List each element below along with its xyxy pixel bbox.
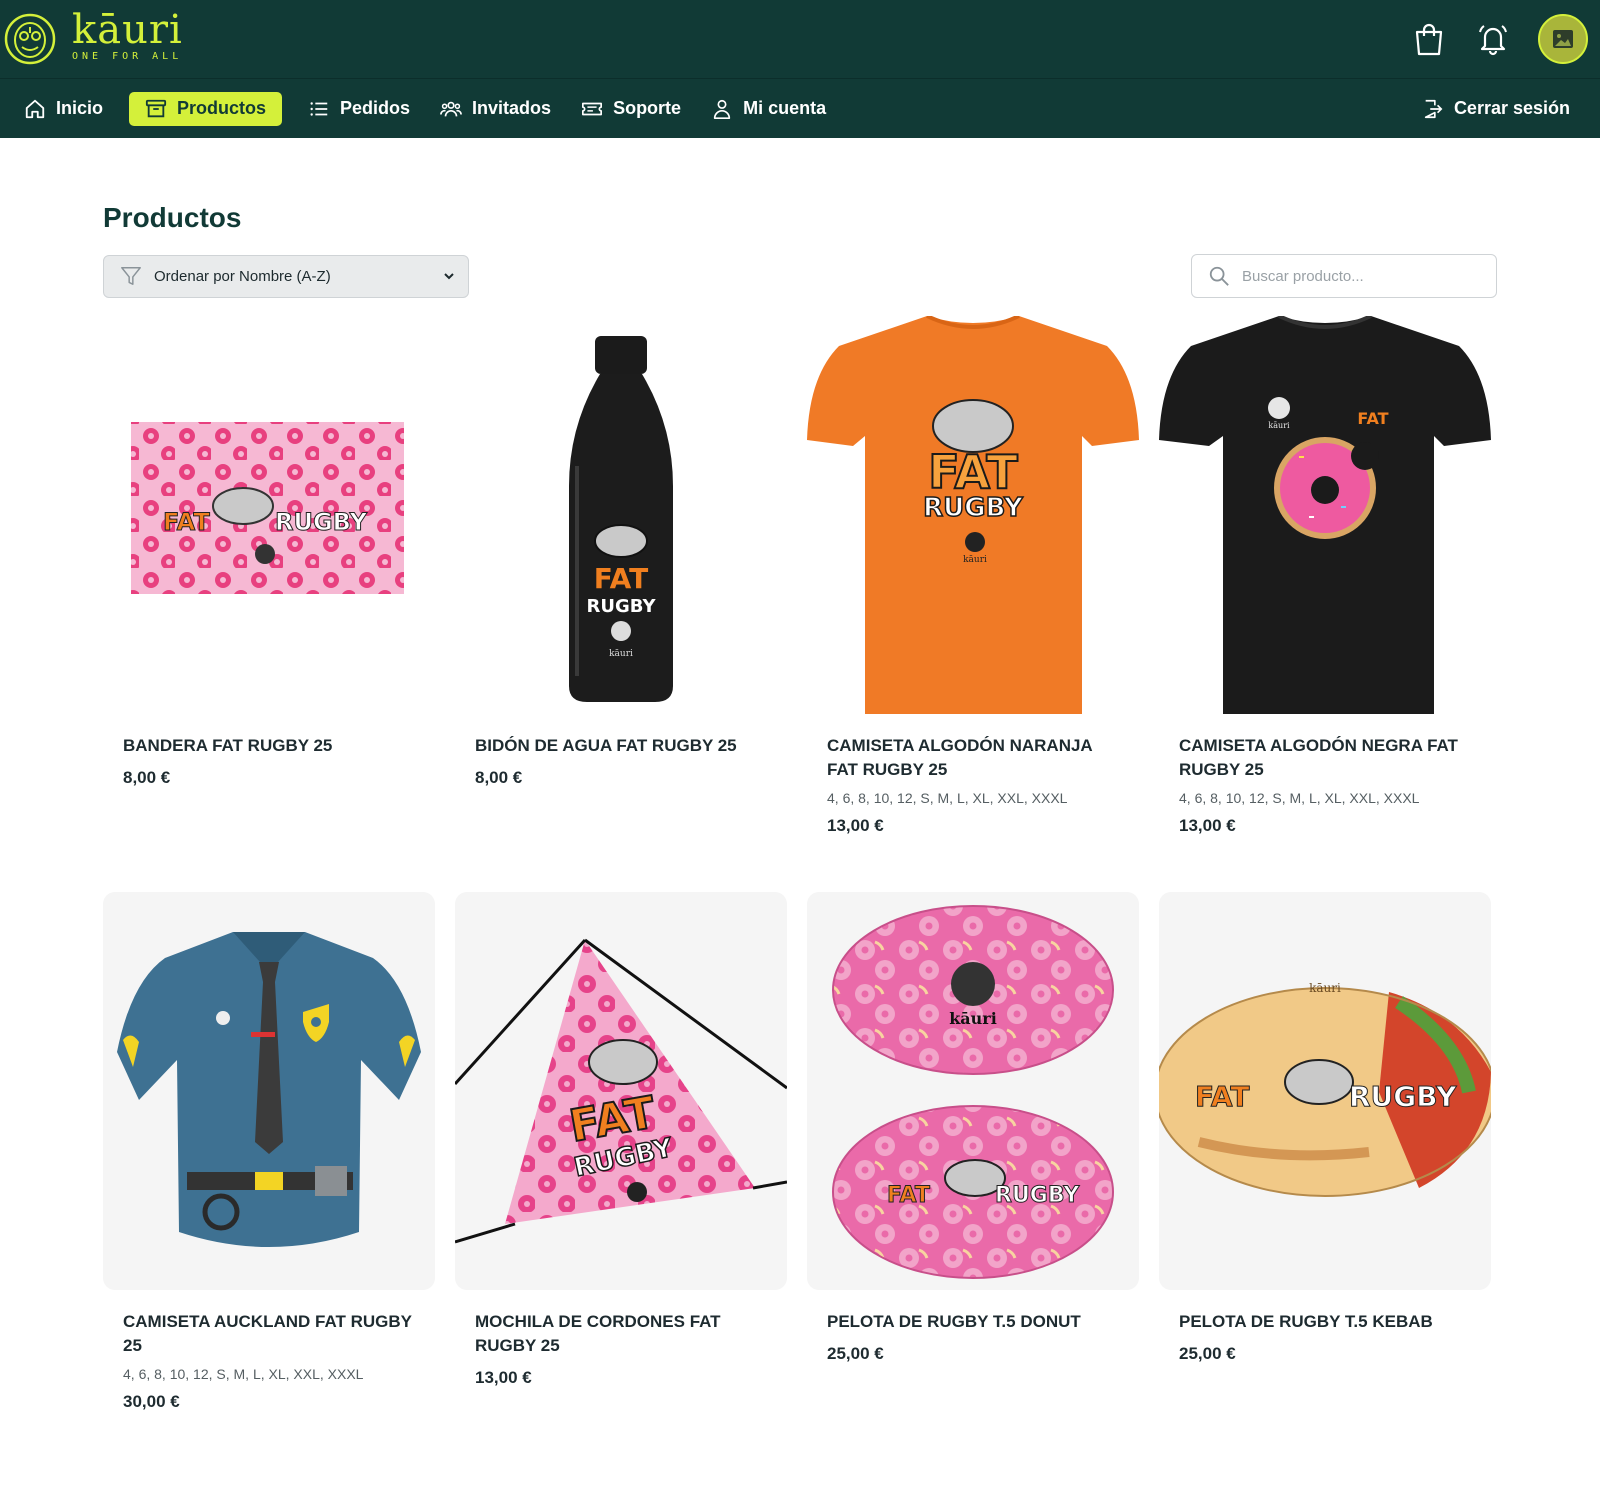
nav-mi-cuenta[interactable]: Mi cuenta <box>707 92 830 126</box>
product-grid: FAT RUGBY BANDERA FAT RUGBY 25 8,00 € FA… <box>103 316 1497 1452</box>
nav-soporte[interactable]: Soporte <box>577 92 685 126</box>
product-image-orange-tshirt: FAT RUGBY kāuri <box>807 316 1139 714</box>
nav-inicio[interactable]: Inicio <box>20 92 107 126</box>
product-image-bottle: FAT RUGBY kāuri <box>455 316 787 714</box>
filter-icon <box>121 267 141 285</box>
product-card[interactable]: FAT RUGBY kāuri PELOTA DE RUGBY T.5 KEBA… <box>1159 892 1491 1452</box>
product-card[interactable]: FAT RUGBY kāuri CAMISETA ALGODÓN NARANJA… <box>807 316 1139 892</box>
product-image-kebab-ball: FAT RUGBY kāuri <box>1159 892 1491 1290</box>
home-icon <box>25 99 45 118</box>
ticket-icon <box>582 102 603 115</box>
user-icon <box>713 99 731 119</box>
flag-rugby-text: RUGBY <box>275 508 368 536</box>
bottle-fat-text: FAT <box>594 562 649 595</box>
black-fat-text: FAT <box>1357 409 1388 428</box>
product-price: 25,00 € <box>827 1344 884 1363</box>
nav-pedidos[interactable]: Pedidos <box>304 92 414 126</box>
product-name: PELOTA DE RUGBY T.5 KEBAB <box>1179 1312 1433 1331</box>
orange-rugby-text: RUGBY <box>923 493 1024 523</box>
kebab-fat-text: FAT <box>1195 1080 1250 1113</box>
product-image-auckland-jersey <box>103 892 435 1290</box>
list-icon <box>310 101 328 116</box>
product-image-flag: FAT RUGBY <box>103 316 435 714</box>
product-card[interactable]: FAT RUGBY MOCHILA DE CORDONES FAT RUGBY … <box>455 892 787 1452</box>
product-price: 30,00 € <box>123 1392 180 1411</box>
black-brand-text: kāuri <box>1268 421 1290 430</box>
kebab-rugby-text: RUGBY <box>1349 1080 1457 1113</box>
product-card[interactable]: kāuri FAT RUGBY PELOTA DE RUGBY T.5 DONU… <box>807 892 1139 1452</box>
product-image-black-tshirt: kāuri FAT <box>1159 316 1491 714</box>
top-header: kāuri ONE FOR ALL <box>0 0 1600 78</box>
product-card[interactable]: FAT RUGBY kāuri BIDÓN DE AGUA FAT RUGBY … <box>455 316 787 892</box>
product-sizes: 4, 6, 8, 10, 12, S, M, L, XL, XXL, XXXL <box>1179 790 1420 806</box>
search-input[interactable] <box>1242 267 1480 285</box>
product-price: 13,00 € <box>827 816 884 835</box>
logout-label: Cerrar sesión <box>1453 98 1570 118</box>
archive-box-icon <box>145 99 167 117</box>
product-name: BIDÓN DE AGUA FAT RUGBY 25 <box>475 736 737 755</box>
bottle-rugby-text: RUGBY <box>586 596 656 617</box>
cart-button[interactable] <box>1410 20 1448 58</box>
toolbar: Ordenar por Nombre (A-Z) <box>103 254 1497 298</box>
search-icon <box>1209 266 1229 286</box>
product-card[interactable]: kāuri FAT CAMISETA ALGODÓN NEGRA FAT RUG… <box>1159 316 1491 892</box>
page-title: Productos <box>103 202 242 233</box>
brand-tagline: ONE FOR ALL <box>72 51 183 62</box>
avatar[interactable] <box>1538 14 1588 64</box>
product-card[interactable]: CAMISETA AUCKLAND FAT RUGBY 25 4, 6, 8, … <box>103 892 435 1452</box>
sort-select[interactable]: Ordenar por Nombre (A-Z) <box>103 254 469 298</box>
product-price: 25,00 € <box>1179 1344 1236 1363</box>
avatar-image-icon <box>1553 30 1573 48</box>
ball-rugby-text: RUGBY <box>995 1183 1080 1208</box>
product-name: CAMISETA ALGODÓN NEGRA FAT RUGBY 25 <box>1179 736 1458 779</box>
product-name: BANDERA FAT RUGBY 25 <box>123 736 333 755</box>
product-image-drawstring-bag: FAT RUGBY <box>455 892 787 1290</box>
logout-icon <box>1424 99 1443 118</box>
product-sizes: 4, 6, 8, 10, 12, S, M, L, XL, XXL, XXXL <box>827 790 1068 806</box>
product-name: PELOTA DE RUGBY T.5 DONUT <box>827 1312 1081 1331</box>
nav-mi-cuenta-label: Mi cuenta <box>743 98 827 118</box>
flag-fat-text: FAT <box>163 508 210 536</box>
product-name: MOCHILA DE CORDONES FAT RUGBY 25 <box>475 1312 721 1355</box>
users-icon <box>440 101 462 116</box>
shopping-bag-icon <box>1415 23 1443 56</box>
nav-soporte-label: Soporte <box>613 98 682 118</box>
ball-brand-text: kāuri <box>949 1009 997 1028</box>
product-price: 8,00 € <box>475 768 523 787</box>
tiki-mask-icon <box>4 13 56 65</box>
brand-name: kāuri <box>72 7 183 53</box>
logout-button[interactable]: Cerrar sesión <box>1418 92 1574 126</box>
main-content: Productos Ordenar por Nombre (A-Z) Busca… <box>0 202 1600 1452</box>
ball-fat-text: FAT <box>887 1183 930 1208</box>
product-image-donut-balls: kāuri FAT RUGBY <box>807 892 1139 1290</box>
orange-fat-text: FAT <box>928 445 1018 499</box>
sort-select-value: Ordenar por Nombre (A-Z) <box>154 267 331 285</box>
product-name: CAMISETA ALGODÓN NARANJA FAT RUGBY 25 <box>827 736 1093 779</box>
product-name: CAMISETA AUCKLAND FAT RUGBY 25 <box>123 1312 412 1355</box>
search-box <box>1191 254 1497 298</box>
main-nav: Inicio Productos Pedidos Invitados Sopor… <box>0 78 1600 138</box>
nav-invitados[interactable]: Invitados <box>436 92 555 126</box>
orange-brand-text: kāuri <box>963 555 987 565</box>
nav-pedidos-label: Pedidos <box>340 98 411 118</box>
product-card[interactable]: FAT RUGBY BANDERA FAT RUGBY 25 8,00 € <box>103 316 435 892</box>
product-price: 13,00 € <box>475 1368 532 1387</box>
brand-logo[interactable]: kāuri ONE FOR ALL <box>4 7 183 65</box>
kebab-brand-text: kāuri <box>1309 981 1341 995</box>
nav-invitados-label: Invitados <box>472 98 552 118</box>
chevron-down-icon <box>444 273 454 280</box>
bottle-brand-text: kāuri <box>609 649 633 659</box>
product-price: 13,00 € <box>1179 816 1236 835</box>
nav-productos-label: Productos <box>177 98 267 118</box>
notifications-button[interactable] <box>1474 20 1512 58</box>
product-sizes: 4, 6, 8, 10, 12, S, M, L, XL, XXL, XXXL <box>123 1366 364 1382</box>
product-price: 8,00 € <box>123 768 171 787</box>
nav-inicio-label: Inicio <box>56 98 104 118</box>
bell-icon <box>1479 25 1507 56</box>
nav-productos[interactable]: Productos <box>129 91 283 126</box>
